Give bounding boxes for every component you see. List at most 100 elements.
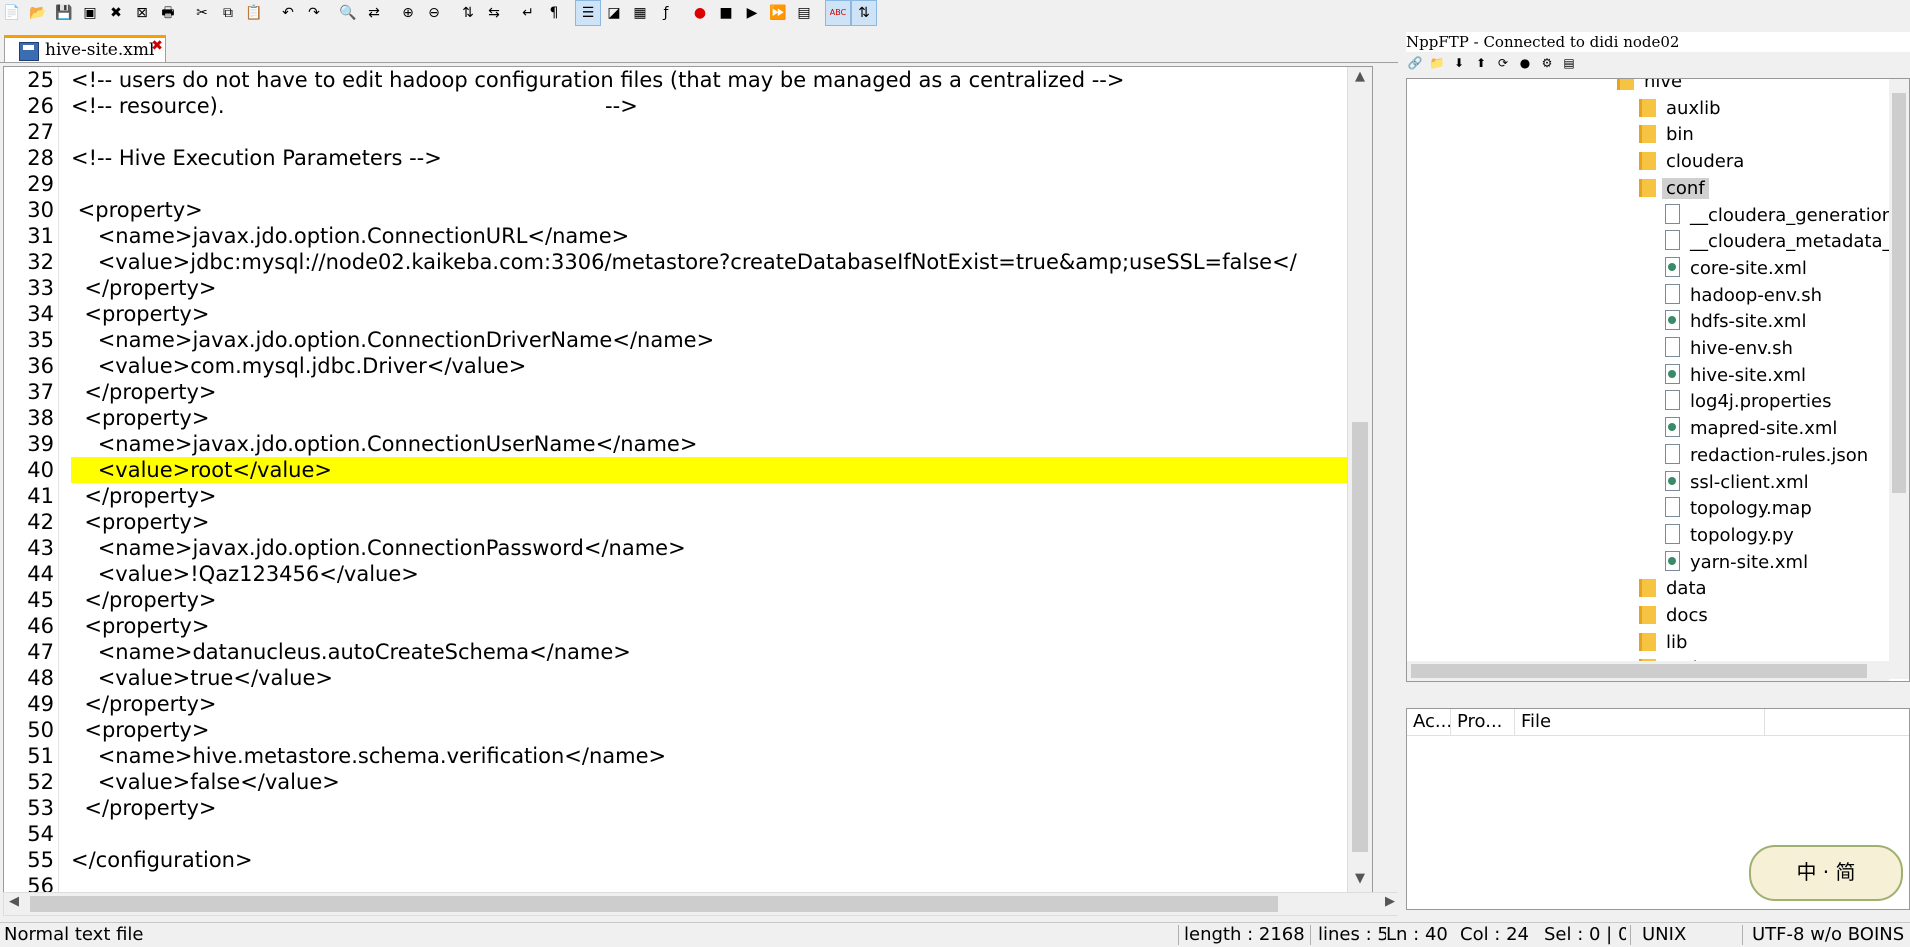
code-line[interactable]: 26 <!-- resource). --> [4,93,1368,119]
code-line[interactable]: 41 </property> [4,483,1368,509]
code-line[interactable]: 38 <property> [4,405,1368,431]
code-line[interactable]: 46 <property> [4,613,1368,639]
code-line[interactable]: 39 <name>javax.jdo.option.ConnectionUser… [4,431,1368,457]
cut-icon[interactable]: ✂ [190,1,214,25]
status-encoding[interactable]: UTF-8 w/o BOM [1752,923,1874,947]
code-line[interactable]: 32 <value>jdbc:mysql://node02.kaikeba.co… [4,249,1368,275]
tree-folder[interactable]: conf [1639,176,1709,202]
status-insert-mode[interactable]: INS [1874,923,1910,947]
scroll-up-icon[interactable]: ▲ [1348,69,1372,89]
settings-icon[interactable]: ⚙ [1538,54,1556,72]
scroll-right-icon[interactable]: ▶ [1380,894,1400,914]
tree-folder[interactable]: hive [1617,79,1682,95]
code-line[interactable]: 37 </property> [4,379,1368,405]
vertical-scrollbar[interactable]: ▲ ▼ [1347,67,1372,893]
doc-map-icon[interactable]: ▦ [628,1,652,25]
tree-file[interactable]: yarn-site.xml [1665,550,1808,576]
code-line[interactable]: 31 <name>javax.jdo.option.ConnectionURL<… [4,223,1368,249]
horizontal-scrollbar[interactable]: ◀ ▶ [3,892,1401,916]
tree-vertical-scrollbar[interactable] [1889,79,1909,679]
code-line[interactable]: 27 [4,119,1368,145]
ftp-file-tree[interactable]: hive auxlib bin cloudera conf __cloudera_gene… [1406,78,1910,682]
code-line[interactable]: 52 <value>false</value> [4,769,1368,795]
paste-icon[interactable]: 📋 [242,1,266,25]
record-macro-icon[interactable]: ● [688,1,712,25]
code-line[interactable]: 28 <!-- Hive Execution Parameters --> [4,145,1368,171]
tree-file[interactable]: __cloudera_metadata__ [1665,229,1901,255]
vertical-scroll-thumb[interactable] [1352,422,1368,852]
code-line[interactable]: 47 <name>datanucleus.autoCreateSchema</n… [4,639,1368,665]
code-line[interactable]: 48 <value>true</value> [4,665,1368,691]
code-line[interactable]: 56 [4,873,1368,893]
find-icon[interactable]: 🔍 [336,1,360,25]
redo-icon[interactable]: ↷ [302,1,326,25]
tree-folder[interactable]: auxlib [1639,96,1721,122]
tree-horizontal-scrollbar[interactable] [1407,661,1889,681]
tree-file[interactable]: ssl-client.xml [1665,470,1809,496]
tree-file[interactable]: core-site.xml [1665,256,1807,282]
undo-icon[interactable]: ↶ [276,1,300,25]
function-list-icon[interactable]: ƒ [654,1,678,25]
language-icon[interactable]: ◪ [602,1,626,25]
tree-file[interactable]: topology.py [1665,523,1794,549]
zoom-in-icon[interactable]: ⊕ [396,1,420,25]
code-line[interactable]: 51 <name>hive.metastore.schema.verificat… [4,743,1368,769]
save-macro-icon[interactable]: ▤ [792,1,816,25]
tree-file[interactable]: log4j.properties [1665,389,1831,415]
tree-file[interactable]: topology.map [1665,496,1812,522]
tree-file[interactable]: __cloudera_generation__ [1665,203,1909,229]
code-line[interactable]: 33 </property> [4,275,1368,301]
show-all-chars-icon[interactable]: ¶ [542,1,566,25]
copy-icon[interactable]: ⧉ [216,1,240,25]
code-line[interactable]: 34 <property> [4,301,1368,327]
replace-icon[interactable]: ⇄ [362,1,386,25]
queue-col-file[interactable]: File [1515,709,1765,735]
tab-hive-site[interactable]: hive-site.xml ✖ [4,35,166,62]
transfer-queue[interactable]: Ac... Pro... File 中 · 简 [1406,708,1910,910]
indent-guide-icon[interactable]: ☰ [575,0,601,26]
horizontal-scroll-thumb[interactable] [30,896,1278,912]
open-dir-icon[interactable]: 📁 [1428,54,1446,72]
tree-file[interactable]: hive-env.sh [1665,336,1793,362]
code-line[interactable]: 42 <property> [4,509,1368,535]
word-wrap-icon[interactable]: ↵ [516,1,540,25]
print-icon[interactable]: 🖶 [156,1,180,25]
tree-file[interactable]: hdfs-site.xml [1665,309,1806,335]
code-line[interactable]: 29 [4,171,1368,197]
zoom-out-icon[interactable]: ⊖ [422,1,446,25]
code-line[interactable]: 25 <!-- users do not have to edit hadoop … [4,67,1368,93]
close-all-icon[interactable]: ⊠ [130,1,154,25]
download-icon[interactable]: ⬇ [1450,54,1468,72]
tree-folder[interactable]: docs [1639,603,1708,629]
scroll-left-icon[interactable]: ◀ [4,894,24,914]
tree-file[interactable]: hadoop-env.sh [1665,283,1822,309]
connect-icon[interactable]: 🔗 [1406,54,1424,72]
new-file-icon[interactable]: 📄 [0,1,24,25]
open-folder-icon[interactable]: 📂 [26,1,50,25]
upload-icon[interactable]: ⬆ [1472,54,1490,72]
sync-horizontal-icon[interactable]: ⇆ [482,1,506,25]
tree-folder[interactable]: bin [1639,122,1694,148]
code-line[interactable]: 36 <value>com.mysql.jdbc.Driver</value> [4,353,1368,379]
code-line[interactable]: 40 <value>root</value> [4,457,1372,483]
abort-icon[interactable]: ● [1516,54,1534,72]
tree-scroll-thumb[interactable] [1892,93,1906,493]
tree-folder[interactable]: data [1639,576,1707,602]
queue-col-action[interactable]: Ac... [1407,709,1451,735]
nppftp-icon[interactable]: ⇅ [851,0,877,26]
tree-file[interactable]: redaction-rules.json [1665,443,1868,469]
close-file-icon[interactable]: ✖ [104,1,128,25]
code-editor[interactable]: 25 <!-- users do not have to edit hadoop … [3,66,1373,894]
tree-folder[interactable]: cloudera [1639,149,1744,175]
refresh-icon[interactable]: ⟳ [1494,54,1512,72]
code-line[interactable]: 35 <name>javax.jdo.option.ConnectionDriv… [4,327,1368,353]
tree-folder[interactable]: lib [1639,630,1687,656]
close-tab-icon[interactable]: ✖ [151,38,163,54]
stop-record-icon[interactable]: ■ [714,1,738,25]
message-window-icon[interactable]: ▤ [1560,54,1578,72]
play-macro-icon[interactable]: ▶ [740,1,764,25]
code-line[interactable]: 44 <value>!Qaz123456</value> [4,561,1368,587]
tree-file[interactable]: hive-site.xml [1665,363,1806,389]
save-icon[interactable]: 💾 [52,1,76,25]
code-line[interactable]: 43 <name>javax.jdo.option.ConnectionPass… [4,535,1368,561]
